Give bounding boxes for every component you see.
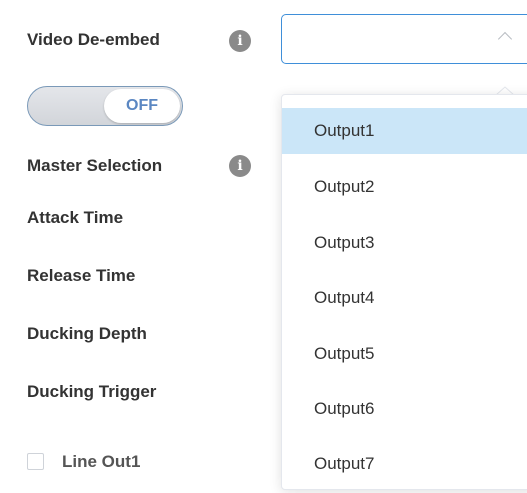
option-output1[interactable]: Output1: [282, 108, 527, 154]
line-out1-checkbox[interactable]: [27, 453, 44, 470]
option-output3[interactable]: Output3: [282, 220, 527, 266]
master-selection-label: Master Selection: [27, 156, 163, 175]
option-output4[interactable]: Output4: [282, 275, 527, 321]
chevron-up-icon: [497, 31, 513, 47]
ducking-depth-label: Ducking Depth: [27, 324, 147, 343]
video-deembed-toggle[interactable]: OFF: [27, 86, 183, 126]
release-time-label: Release Time: [27, 266, 136, 285]
video-deembed-label: Video De-embed: [27, 30, 160, 49]
attack-time-label: Attack Time: [27, 208, 124, 227]
option-output7[interactable]: Output7: [282, 441, 527, 487]
line-out1-label: Line Out1: [62, 452, 141, 471]
output-dropdown-list: Output1 Output2 Output3 Output4 Output5 …: [281, 94, 527, 490]
video-deembed-info-icon[interactable]: i: [229, 30, 251, 52]
master-selection-info-icon[interactable]: i: [229, 155, 251, 177]
toggle-knob: OFF: [104, 89, 180, 123]
ducking-trigger-label: Ducking Trigger: [27, 382, 157, 401]
option-output2[interactable]: Output2: [282, 164, 527, 210]
option-output5[interactable]: Output5: [282, 331, 527, 377]
video-deembed-select[interactable]: [281, 14, 527, 64]
page: Video De-embed i OFF Master Selection i …: [0, 0, 527, 493]
option-output6[interactable]: Output6: [282, 386, 527, 432]
